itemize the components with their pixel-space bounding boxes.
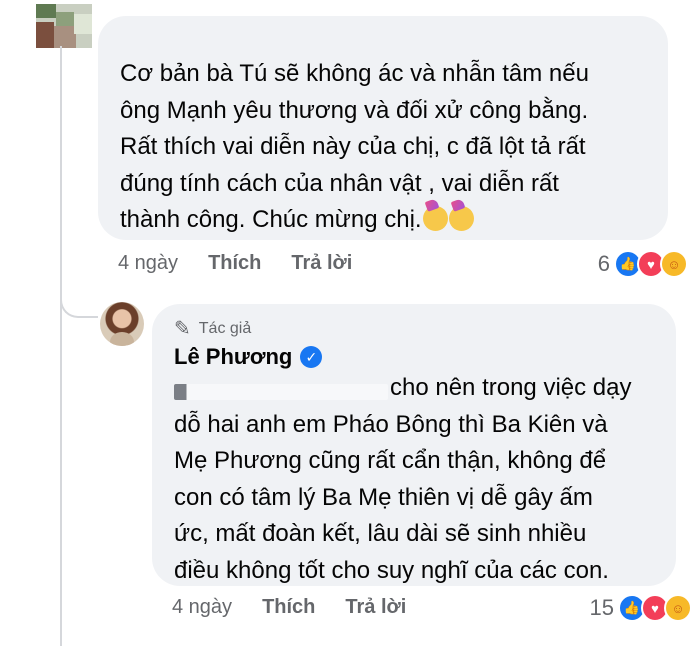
author-name-row: Lê Phương ✓ bbox=[174, 344, 323, 370]
comment-text: Cơ bản bà Tú sẽ không ác và nhẫn tâm nếu… bbox=[120, 56, 660, 239]
reply-timestamp[interactable]: 4 ngày bbox=[172, 596, 232, 619]
reply-button[interactable]: Trả lời bbox=[291, 252, 352, 275]
reply-line: dỗ hai anh em Pháo Bông thì Ba Kiên và bbox=[174, 410, 608, 438]
like-button[interactable]: Thích bbox=[262, 596, 315, 619]
comment-line: Rất thích vai diễn này của chị, c đã lột… bbox=[120, 133, 586, 160]
reaction-summary[interactable]: 15 👍 ♥ ☺ bbox=[590, 594, 692, 622]
reply-line: điều không tốt cho suy nghĩ của các con. bbox=[174, 556, 609, 584]
reply-button[interactable]: Trả lời bbox=[345, 596, 406, 619]
reply-line: ức, mất đoàn kết, lâu dài sẽ sinh nhiều bbox=[174, 520, 587, 547]
comment-line: đúng tính cách của nhân vật , vai diễn r… bbox=[120, 169, 559, 197]
care-icon: ☺ bbox=[664, 594, 692, 622]
author-name[interactable]: Lê Phương bbox=[174, 344, 292, 370]
care-icon: ☺ bbox=[660, 250, 688, 278]
author-badge-label: Tác giả bbox=[198, 319, 252, 337]
commenter-avatar-blurred bbox=[36, 4, 92, 48]
party-face-emoji-icon bbox=[422, 206, 448, 231]
comment-line-last: thành công. Chúc mừng chị. bbox=[120, 202, 660, 239]
reply-text: cho nên trong việc dạy dỗ hai anh em Phá… bbox=[174, 370, 664, 589]
reply-line: cho nên trong việc dạy bbox=[390, 374, 632, 401]
verified-icon: ✓ bbox=[300, 346, 323, 368]
reaction-summary[interactable]: 6 👍 ♥ ☺ bbox=[598, 250, 688, 278]
author-avatar[interactable] bbox=[100, 302, 144, 346]
reply-line: con có tâm lý Ba Mẹ thiên vị dễ gây ấm bbox=[174, 483, 593, 511]
comment-timestamp[interactable]: 4 ngày bbox=[118, 252, 178, 275]
reaction-count: 6 bbox=[597, 251, 610, 276]
reply-thread-connector bbox=[60, 290, 98, 318]
reply-thread-line bbox=[60, 46, 62, 646]
author-badge: ✎ Tác giả bbox=[174, 316, 251, 341]
reaction-count: 15 bbox=[589, 595, 614, 620]
comment-line: Cơ bản bà Tú sẽ không ác và nhẫn tâm nếu bbox=[120, 60, 589, 87]
reply-line: Mẹ Phương cũng rất cẩn thận, không để bbox=[174, 447, 607, 474]
party-face-emoji-icon bbox=[448, 206, 474, 231]
comment-line: ông Mạnh yêu thương và đối xử công bằng. bbox=[120, 96, 589, 124]
reply-actions: 4 ngày Thích Trả lời bbox=[172, 596, 436, 619]
comment-actions: 4 ngày Thích Trả lời bbox=[118, 252, 382, 275]
like-button[interactable]: Thích bbox=[208, 252, 261, 275]
pen-icon: ✎ bbox=[174, 318, 191, 340]
comment-line: thành công. Chúc mừng chị. bbox=[120, 206, 422, 233]
